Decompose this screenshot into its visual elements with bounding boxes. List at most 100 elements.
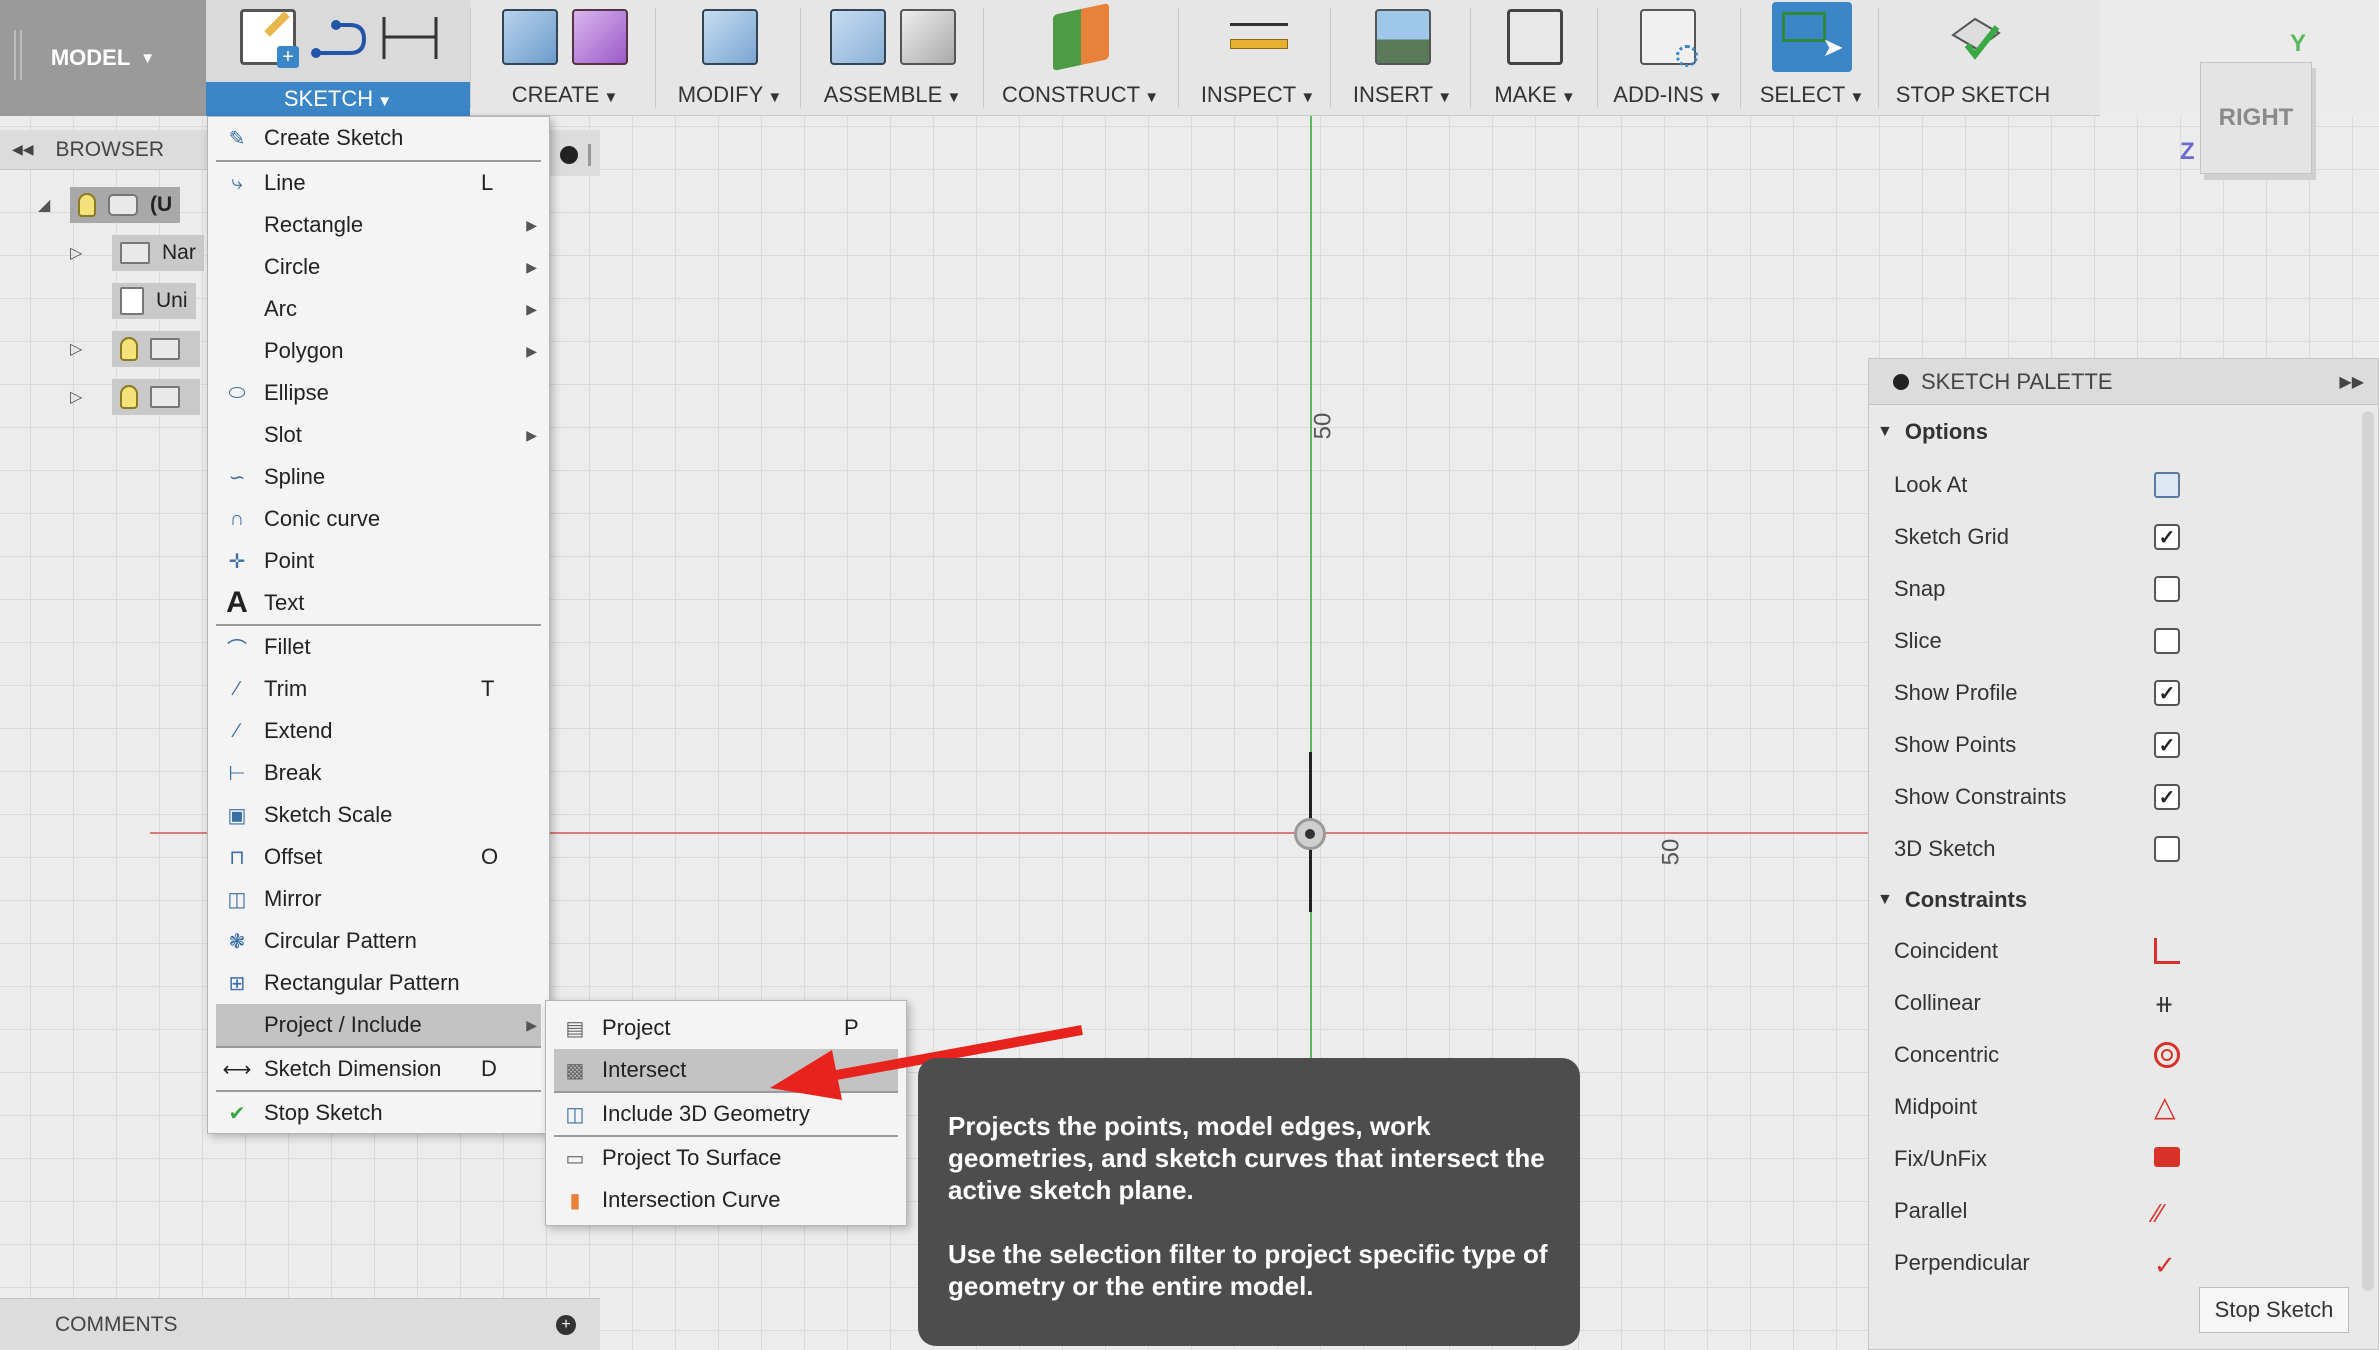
menu-item-line[interactable]: ⤷ Line L — [216, 162, 541, 204]
constraint-collinear[interactable]: Collinear ⧺ — [1894, 983, 2354, 1023]
toolbar-group-stop-sketch[interactable]: STOP SKETCH — [1888, 0, 2058, 116]
menu-item-arc[interactable]: Arc ▶ — [216, 288, 541, 330]
show-constraints-checkbox[interactable]: ✓ — [2154, 784, 2180, 810]
menu-item-project-include[interactable]: Project / Include ▶ — [216, 1004, 541, 1046]
menu-item-spline[interactable]: ∽ Spline — [216, 456, 541, 498]
toolbar-group-assemble[interactable]: ASSEMBLE — [810, 0, 975, 116]
tree-row[interactable]: ▷ — [0, 328, 200, 370]
menu-item-ellipse[interactable]: ⬭ Ellipse — [216, 372, 541, 414]
tree-row[interactable]: ▷ — [0, 376, 200, 418]
menu-item-circular-pattern[interactable]: ❃ Circular Pattern — [216, 920, 541, 962]
menu-item-sketch-dimension[interactable]: ⟷ Sketch Dimension D — [216, 1048, 541, 1090]
expand-double-arrow-icon[interactable]: ▶▶ — [2339, 372, 2364, 392]
browser-pin-controls[interactable] — [550, 134, 600, 176]
origin-point[interactable] — [1294, 818, 1326, 850]
constraint-fix-unfix[interactable]: Fix/UnFix — [1894, 1139, 2354, 1179]
pin-icon[interactable] — [1893, 373, 1909, 390]
offset-plane-icon[interactable] — [1052, 3, 1109, 71]
constraints-section-toggle[interactable]: ▼ Constraints — [1877, 887, 2027, 913]
scrollbar[interactable] — [2362, 411, 2374, 1291]
collinear-icon[interactable]: ⧺ — [2154, 990, 2180, 1018]
toolbar-group-sketch[interactable]: + SKETCH — [206, 0, 470, 116]
press-pull-icon[interactable] — [702, 9, 758, 65]
constraint-parallel[interactable]: Parallel ∕∕ — [1894, 1191, 2354, 1231]
coincident-icon[interactable] — [2154, 938, 2180, 964]
workspace-switcher[interactable]: MODEL ▼ — [0, 0, 206, 116]
option-show-points[interactable]: Show Points ✓ — [1894, 725, 2354, 765]
stop-sketch-icon[interactable] — [1945, 9, 2001, 65]
show-profile-checkbox[interactable]: ✓ — [2154, 680, 2180, 706]
create-sketch-icon[interactable]: + — [240, 9, 299, 68]
menu-item-sketch-scale[interactable]: ▣ Sketch Scale — [216, 794, 541, 836]
menu-item-intersection-curve[interactable]: ▮ Intersection Curve — [554, 1179, 898, 1221]
triangle-collapsed-icon[interactable]: ▷ — [70, 339, 92, 359]
constraint-concentric[interactable]: Concentric — [1894, 1035, 2354, 1075]
stop-sketch-button[interactable]: Stop Sketch — [2199, 1287, 2349, 1333]
menu-item-rectangular-pattern[interactable]: ⊞ Rectangular Pattern — [216, 962, 541, 1004]
pin-icon[interactable] — [559, 146, 578, 164]
menu-item-text[interactable]: A Text — [216, 582, 541, 624]
toolbar-group-select[interactable]: ➤ SELECT — [1752, 0, 1872, 116]
triangle-collapsed-icon[interactable]: ▷ — [70, 243, 92, 263]
option-look-at[interactable]: Look At — [1894, 465, 2354, 505]
toolbar-group-construct[interactable]: CONSTRUCT — [993, 0, 1168, 116]
extrude-icon[interactable] — [502, 9, 558, 65]
constraint-coincident[interactable]: Coincident — [1894, 931, 2354, 971]
toolbar-group-modify[interactable]: MODIFY — [665, 0, 795, 116]
slice-checkbox[interactable] — [2154, 628, 2180, 654]
menu-item-stop-sketch[interactable]: ✔ Stop Sketch — [216, 1092, 541, 1134]
triangle-expanded-icon[interactable]: ◢ — [38, 195, 60, 215]
menu-item-circle[interactable]: Circle ▶ — [216, 246, 541, 288]
menu-item-break[interactable]: ⊢ Break — [216, 752, 541, 794]
sketch-palette-header[interactable]: SKETCH PALETTE ▶▶ — [1869, 359, 2378, 405]
toolbar-group-inspect[interactable]: INSPECT — [1188, 0, 1328, 116]
perpendicular-icon[interactable]: ✓ — [2154, 1250, 2180, 1280]
grip-handle[interactable] — [14, 30, 22, 80]
menu-item-polygon[interactable]: Polygon ▶ — [216, 330, 541, 372]
collapse-double-arrow-icon[interactable]: ◀◀ — [12, 141, 34, 158]
menu-item-extend[interactable]: ∕ Extend — [216, 710, 541, 752]
toolbar-group-add-ins[interactable]: ADD-INS — [1603, 0, 1733, 116]
option-sketch-grid[interactable]: Sketch Grid ✓ — [1894, 517, 2354, 557]
show-points-checkbox[interactable]: ✓ — [2154, 732, 2180, 758]
option-slice[interactable]: Slice — [1894, 621, 2354, 661]
tree-row-root[interactable]: ◢ (U — [0, 184, 181, 226]
look-at-icon[interactable] — [2154, 472, 2180, 498]
constraint-perpendicular[interactable]: Perpendicular ✓ — [1894, 1243, 2354, 1283]
tree-row[interactable]: Uni — [0, 280, 196, 322]
sketch-dimension-icon[interactable] — [380, 9, 438, 65]
toolbar-group-create[interactable]: CREATE — [480, 0, 650, 116]
menu-item-trim[interactable]: ∕ Trim T — [216, 668, 541, 710]
parallel-icon[interactable]: ∕∕ — [2154, 1198, 2180, 1228]
3d-print-icon[interactable] — [1507, 9, 1563, 65]
option-show-constraints[interactable]: Show Constraints ✓ — [1894, 777, 2354, 817]
midpoint-icon[interactable]: △ — [2154, 1093, 2180, 1121]
menu-item-slot[interactable]: Slot ▶ — [216, 414, 541, 456]
options-section-toggle[interactable]: ▼ Options — [1877, 419, 1988, 445]
menu-item-fillet[interactable]: ⌒ Fillet — [216, 626, 541, 668]
menu-item-project-to-surface[interactable]: ▭ Project To Surface — [554, 1137, 898, 1179]
menu-item-rectangle[interactable]: Rectangle ▶ — [216, 204, 541, 246]
scripts-icon[interactable] — [1640, 9, 1698, 67]
form-icon[interactable] — [572, 9, 628, 65]
fix-unfix-icon[interactable] — [2154, 1147, 2180, 1167]
option-snap[interactable]: Snap — [1894, 569, 2354, 609]
toolbar-group-insert[interactable]: INSERT — [1340, 0, 1465, 116]
visibility-bulb-icon[interactable] — [78, 193, 96, 217]
toolbar-group-make[interactable]: MAKE — [1480, 0, 1590, 116]
menu-item-offset[interactable]: ⊓ Offset O — [216, 836, 541, 878]
select-cursor-icon[interactable]: ➤ — [1772, 2, 1852, 72]
menu-item-conic-curve[interactable]: ∩ Conic curve — [216, 498, 541, 540]
measure-icon[interactable] — [1230, 9, 1288, 65]
option-3d-sketch[interactable]: 3D Sketch — [1894, 829, 2354, 869]
visibility-bulb-icon[interactable] — [120, 337, 138, 361]
triangle-collapsed-icon[interactable]: ▷ — [70, 387, 92, 407]
snap-checkbox[interactable] — [2154, 576, 2180, 602]
line-icon[interactable] — [310, 9, 367, 65]
3d-sketch-checkbox[interactable] — [2154, 836, 2180, 862]
joint-icon[interactable] — [899, 9, 956, 65]
option-show-profile[interactable]: Show Profile ✓ — [1894, 673, 2354, 713]
constraint-midpoint[interactable]: Midpoint △ — [1894, 1087, 2354, 1127]
visibility-bulb-icon[interactable] — [120, 385, 138, 409]
sketch-grid-checkbox[interactable]: ✓ — [2154, 524, 2180, 550]
